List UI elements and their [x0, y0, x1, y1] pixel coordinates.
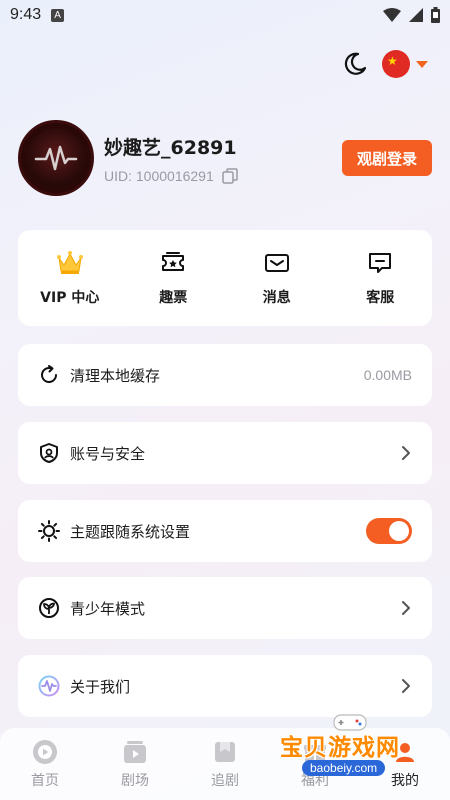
cache-size-value: 0.00MB: [363, 367, 412, 383]
bookmark-icon: [215, 742, 235, 762]
nav-home[interactable]: 首页: [0, 728, 90, 800]
youth-mode-row[interactable]: 青少年模式: [18, 577, 432, 639]
chevron-right-icon: [402, 679, 410, 693]
row-label: 关于我们: [70, 677, 131, 696]
row-label: 账号与安全: [70, 444, 146, 463]
battery-icon: [431, 7, 440, 23]
quick-item-ticket[interactable]: 趣票: [122, 230, 226, 326]
user-info: 妙趣艺_62891 UID: 1000016291: [104, 133, 238, 184]
shield-icon: [40, 443, 58, 463]
quick-item-vip[interactable]: VIP 中心: [18, 230, 122, 326]
theme-follow-system-row: 主题跟随系统设置: [18, 500, 432, 562]
sprout-icon: [39, 598, 59, 618]
nav-follow[interactable]: 追剧: [180, 728, 270, 800]
profile-header: 妙趣艺_62891 UID: 1000016291 观剧登录: [18, 118, 432, 198]
quick-item-label: 趣票: [159, 290, 188, 306]
uid-text: UID: 1000016291: [104, 167, 214, 184]
username: 妙趣艺_62891: [104, 136, 237, 159]
copy-icon[interactable]: [222, 167, 238, 184]
signal-icon: [409, 8, 423, 22]
chevron-right-icon: [402, 446, 410, 460]
row-label: 青少年模式: [70, 599, 146, 618]
account-security-row[interactable]: 账号与安全: [18, 422, 432, 484]
theme-toggle[interactable]: [366, 518, 412, 544]
login-button[interactable]: 观剧登录: [342, 140, 432, 176]
row-label: 清理本地缓存: [70, 366, 161, 385]
about-icon: [38, 675, 60, 697]
toggle-knob: [389, 521, 409, 541]
chat-icon: [369, 253, 392, 273]
quick-item-label: VIP 中心: [40, 290, 100, 306]
quick-item-service[interactable]: 客服: [329, 230, 433, 326]
status-bar: 9:43 A: [0, 0, 450, 30]
user-icon: [396, 743, 414, 762]
caret-down-icon: [416, 60, 428, 68]
row-label: 主题跟随系统设置: [70, 522, 191, 541]
quick-item-label: 消息: [262, 290, 291, 306]
pulse-logo-icon: [34, 145, 78, 171]
play-icon: [33, 740, 57, 764]
china-flag-icon: ★: [382, 50, 410, 78]
refresh-icon: [41, 365, 57, 383]
nav-label: 追剧: [211, 773, 239, 789]
quick-item-message[interactable]: 消息: [225, 230, 329, 326]
status-time: 9:43: [10, 6, 42, 23]
nav-label: 首页: [31, 773, 59, 789]
notification-a-icon: A: [51, 8, 65, 22]
crown-icon: [56, 251, 83, 274]
nav-label: 剧场: [121, 773, 149, 789]
mail-icon: [264, 254, 289, 272]
gift-icon: [304, 745, 326, 762]
nav-theater[interactable]: 剧场: [90, 728, 180, 800]
nav-label: 福利: [301, 773, 329, 789]
moon-icon[interactable]: [342, 51, 368, 77]
quick-actions-card: VIP 中心 趣票 消息 客服: [18, 230, 432, 326]
nav-welfare[interactable]: 福利: [270, 728, 360, 800]
uid-row: UID: 1000016291: [104, 168, 238, 184]
wifi-icon: [383, 8, 401, 22]
about-us-row[interactable]: 关于我们: [18, 655, 432, 717]
nav-mine[interactable]: 我的: [360, 728, 450, 800]
ticket-icon: [162, 252, 185, 271]
bottom-nav: 首页 剧场 追剧 福利 我的: [0, 728, 450, 800]
sun-icon: [38, 520, 60, 542]
avatar[interactable]: [18, 120, 94, 196]
chevron-right-icon: [402, 601, 410, 615]
nav-label: 我的: [391, 773, 419, 789]
language-select[interactable]: ★: [382, 50, 428, 78]
quick-item-label: 客服: [366, 290, 395, 306]
clear-cache-row[interactable]: 清理本地缓存 0.00MB: [18, 344, 432, 406]
top-actions: ★: [342, 50, 428, 78]
theater-icon: [124, 741, 146, 763]
